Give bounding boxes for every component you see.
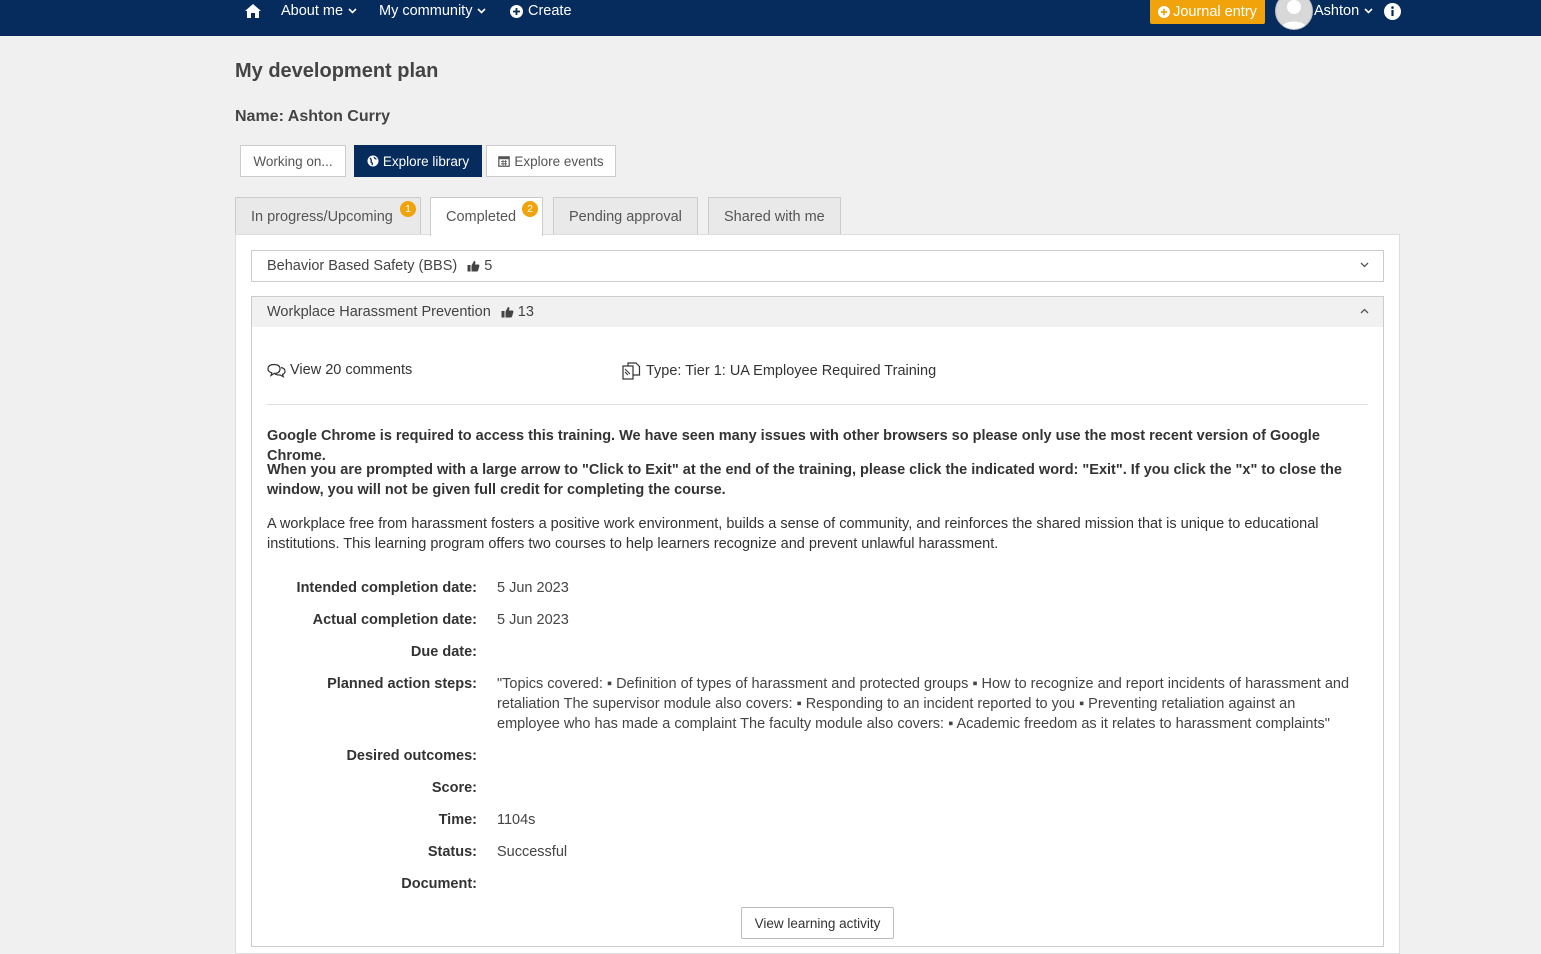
working-on-button[interactable]: Working on... bbox=[240, 145, 346, 177]
nav-about-me[interactable]: About me bbox=[281, 0, 357, 22]
working-on-label: Working on... bbox=[253, 153, 333, 169]
document-label: Document: bbox=[401, 876, 477, 892]
avatar[interactable] bbox=[1275, 0, 1313, 30]
tab-completed-label: Completed bbox=[446, 209, 517, 225]
chevron-down-icon bbox=[348, 8, 357, 14]
actual-date-value: 5 Jun 2023 bbox=[497, 612, 569, 628]
plan-item-title: Behavior Based Safety (BBS) bbox=[267, 258, 458, 274]
intended-date-value: 5 Jun 2023 bbox=[497, 580, 569, 596]
plan-item-title: Workplace Harassment Prevention bbox=[267, 304, 491, 320]
page-title: My development plan bbox=[235, 60, 439, 82]
intended-date-label: Intended completion date: bbox=[296, 580, 477, 596]
globe-icon bbox=[367, 155, 379, 167]
desired-outcomes-label: Desired outcomes: bbox=[346, 748, 477, 764]
time-value: 1104s bbox=[497, 812, 536, 828]
home-icon[interactable] bbox=[244, 0, 262, 22]
thumbs-up-icon bbox=[501, 306, 514, 318]
journal-entry-label: Journal entry bbox=[1173, 4, 1257, 20]
explore-library-button[interactable]: Explore library bbox=[354, 145, 482, 177]
info-icon[interactable] bbox=[1384, 0, 1401, 22]
item-type: Type: Tier 1: UA Employee Required Train… bbox=[622, 362, 936, 380]
status-label: Status: bbox=[427, 844, 477, 860]
tab-shared-with-me[interactable]: Shared with me bbox=[708, 197, 841, 235]
chevron-up-icon bbox=[1360, 308, 1369, 314]
exit-notice: When you are prompted with a large arrow… bbox=[267, 462, 1342, 498]
plan-item-header[interactable]: Behavior Based Safety (BBS) 5 bbox=[251, 250, 1384, 282]
explore-library-label: Explore library bbox=[382, 153, 470, 169]
plan-item-header[interactable]: Workplace Harassment Prevention 13 bbox=[251, 296, 1384, 328]
status-value: Successful bbox=[497, 844, 568, 860]
actual-date-label: Actual completion date: bbox=[312, 612, 477, 628]
user-menu[interactable]: Ashton bbox=[1314, 0, 1373, 22]
plus-circle-icon bbox=[1158, 6, 1171, 18]
journal-entry-button[interactable]: Journal entry bbox=[1150, 0, 1265, 24]
tab-completed[interactable]: Completed 2 bbox=[430, 197, 543, 236]
user-name: Ashton bbox=[1314, 3, 1360, 19]
tab-in-progress-label: In progress/Upcoming bbox=[251, 208, 393, 225]
explore-events-label: Explore events bbox=[514, 153, 604, 169]
nav-create[interactable]: Create bbox=[510, 0, 572, 22]
due-date-label: Due date: bbox=[410, 644, 477, 660]
like-count: 13 bbox=[501, 304, 534, 320]
score-label: Score: bbox=[431, 780, 477, 796]
tab-pending-approval[interactable]: Pending approval bbox=[553, 197, 698, 235]
planned-steps-label: Planned action steps: bbox=[327, 676, 477, 692]
planned-steps-value: "Topics covered: ▪ Definition of types o… bbox=[497, 676, 1350, 732]
copy-icon bbox=[622, 362, 641, 380]
calendar-icon bbox=[498, 156, 511, 167]
chevron-down-icon bbox=[1364, 8, 1373, 14]
view-comments-link[interactable]: View 20 comments bbox=[267, 362, 412, 378]
view-learning-activity-button[interactable]: View learning activity bbox=[741, 907, 894, 939]
nav-my-community-label: My community bbox=[379, 3, 473, 19]
chevron-down-icon bbox=[477, 8, 487, 14]
nav-my-community[interactable]: My community bbox=[379, 0, 487, 22]
time-label: Time: bbox=[438, 812, 477, 828]
view-learning-activity-label: View learning activity bbox=[754, 915, 881, 931]
plus-circle-icon bbox=[510, 4, 523, 18]
like-count-value: 5 bbox=[484, 258, 493, 274]
tab-count-badge: 1 bbox=[400, 201, 416, 217]
divider bbox=[267, 404, 1368, 405]
chevron-down-icon bbox=[1360, 262, 1369, 268]
tab-in-progress[interactable]: In progress/Upcoming 1 bbox=[235, 197, 421, 235]
like-count: 5 bbox=[467, 258, 492, 274]
view-comments-label: View 20 comments bbox=[290, 362, 413, 378]
item-type-label: Type: Tier 1: UA Employee Required Train… bbox=[646, 363, 937, 379]
nav-create-label: Create bbox=[528, 3, 572, 19]
tab-pending-approval-label: Pending approval bbox=[569, 208, 682, 225]
tab-shared-with-me-label: Shared with me bbox=[724, 208, 825, 225]
user-full-name: Name: Ashton Curry bbox=[235, 108, 390, 125]
nav-about-me-label: About me bbox=[281, 3, 344, 19]
like-count-value: 13 bbox=[517, 304, 534, 320]
explore-events-button[interactable]: Explore events bbox=[486, 145, 616, 177]
tab-count-badge: 2 bbox=[522, 201, 538, 217]
item-description: A workplace free from harassment fosters… bbox=[267, 516, 1319, 552]
thumbs-up-icon bbox=[467, 260, 480, 272]
comments-icon bbox=[267, 363, 286, 378]
top-navbar: About me My community Create Journal ent… bbox=[0, 0, 1541, 36]
